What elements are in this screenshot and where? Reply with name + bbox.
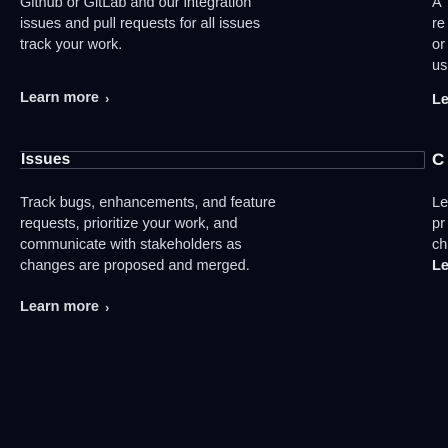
issues-header-rule [20,151,425,169]
right-text-line: ch [432,237,448,253]
right-text-line: pr [432,216,445,232]
right-learn-more-link[interactable]: Le [432,90,448,111]
top-card-text: Github or GitLab and our integration iss… [20,0,261,53]
chevron-right-icon: › [104,299,110,315]
top-learn-more-label: Learn more [20,90,99,106]
right-text-line: A [432,0,442,11]
right-card-peek: A re or us Le C Le pr ch Le [430,0,448,448]
main-column: Github or GitLab and our integration iss… [0,0,430,448]
issues-card-text: Track bugs, enhancements, and feature re… [20,195,276,274]
bottom-learn-more-label: Learn more [20,299,99,315]
right-card-heading: C [432,150,445,169]
chevron-right-icon: › [104,90,110,106]
right-text-line: us [432,58,448,74]
issues-title: Issues [21,151,71,168]
right-text-line: or [432,37,445,53]
right-text-line: Le [432,195,448,211]
bottom-learn-more-link[interactable]: Learn more › [20,299,109,315]
top-learn-more-link[interactable]: Learn more › [20,90,109,106]
right-learn-more-link[interactable]: Le [432,256,448,277]
right-text-line: re [432,16,445,32]
